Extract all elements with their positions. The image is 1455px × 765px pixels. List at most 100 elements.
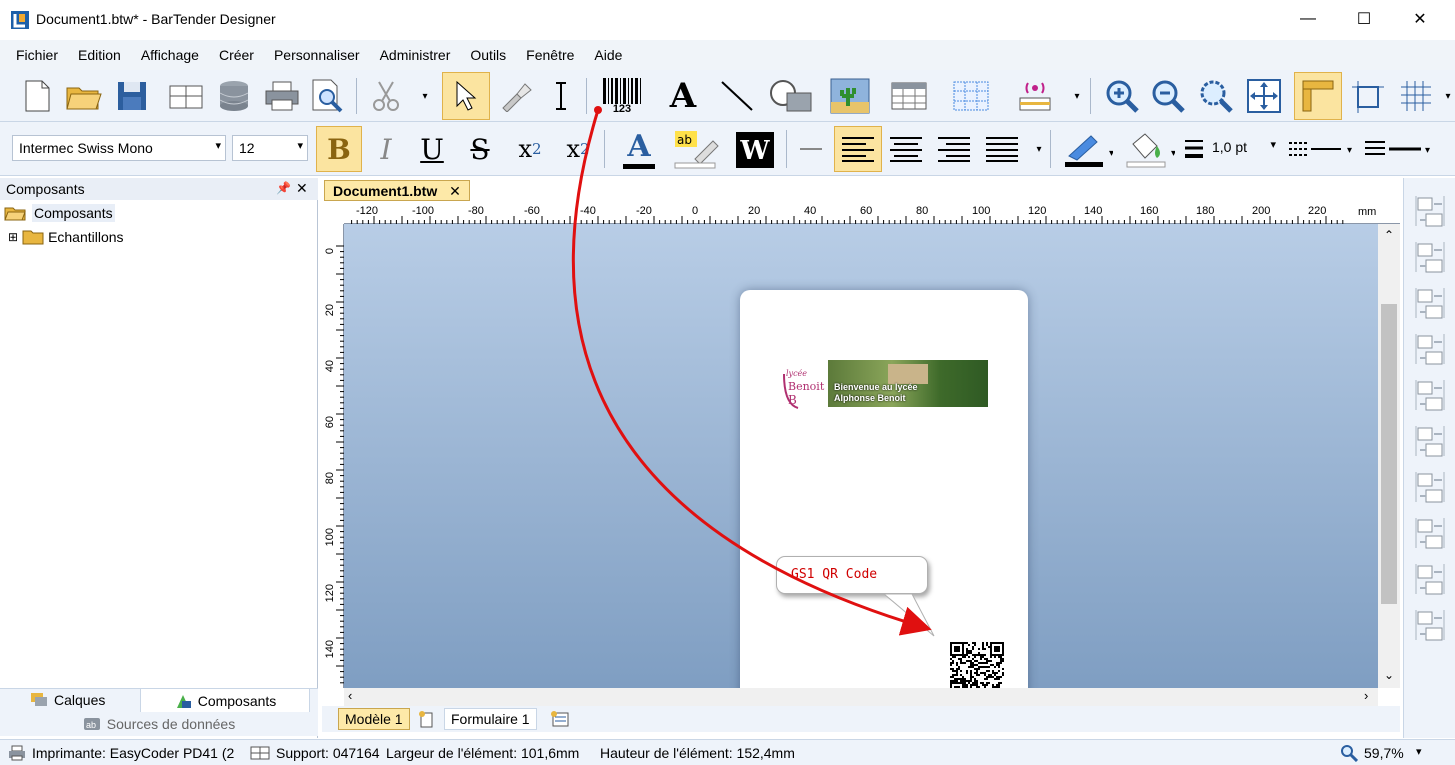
align-left-icon[interactable] xyxy=(834,126,882,172)
data-sources-icon: ab xyxy=(83,718,100,730)
horizontal-scrollbar[interactable]: ‹ › xyxy=(344,688,1378,706)
subscript-icon[interactable]: x2 xyxy=(508,128,552,170)
document-tab[interactable]: Document1.btw ✕ xyxy=(324,180,470,201)
barcode-tool[interactable]: 123 xyxy=(594,76,650,116)
toolbar-overflow-icon[interactable]: ▾ xyxy=(1070,78,1084,114)
vertical-scroll-thumb[interactable] xyxy=(1381,304,1397,604)
menu-aide[interactable]: Aide xyxy=(584,47,632,63)
print-preview-icon[interactable] xyxy=(308,78,348,114)
text-tool-icon[interactable]: A xyxy=(660,76,706,116)
document-tab-close-icon[interactable]: ✕ xyxy=(449,183,461,199)
zoom-page-icon[interactable] xyxy=(1242,78,1286,114)
shape-tool-icon[interactable] xyxy=(762,78,818,114)
panel-close-icon[interactable]: ✕ xyxy=(296,180,308,197)
scroll-up-icon[interactable]: ⌃ xyxy=(1384,228,1394,242)
distribute-vertical-icon[interactable] xyxy=(1412,514,1448,552)
tree-item-composants[interactable]: Composants xyxy=(4,204,115,222)
toolbar-overflow-icon[interactable]: ▾ xyxy=(1442,78,1454,114)
align-right-edges-icon[interactable] xyxy=(1412,238,1448,276)
zoom-in-icon[interactable] xyxy=(1100,78,1144,114)
align-bottom-edges-icon[interactable] xyxy=(1412,330,1448,368)
line-tool-icon[interactable] xyxy=(716,78,758,114)
expand-icon[interactable]: ⊞ xyxy=(8,230,18,244)
tab-calques[interactable]: Calques xyxy=(30,692,105,708)
menu-administrer[interactable]: Administrer xyxy=(370,47,461,63)
align-justify-icon[interactable] xyxy=(980,128,1024,170)
maximize-button[interactable]: ☐ xyxy=(1341,0,1387,38)
print-icon[interactable] xyxy=(262,78,302,114)
superscript-icon[interactable]: x2 xyxy=(556,128,600,170)
close-button[interactable]: ✕ xyxy=(1397,0,1443,38)
bold-icon[interactable]: B xyxy=(316,126,362,172)
italic-icon[interactable]: I xyxy=(366,128,406,170)
tab-composants[interactable]: Composants xyxy=(140,689,310,713)
minimize-button[interactable]: — xyxy=(1285,0,1331,38)
align-top-edges-icon[interactable] xyxy=(1412,284,1448,322)
grid-table-icon[interactable] xyxy=(948,78,994,114)
zoom-out-icon[interactable] xyxy=(1146,78,1190,114)
vertical-scrollbar[interactable]: ⌃ ⌄ xyxy=(1378,224,1400,688)
menu-fichier[interactable]: Fichier xyxy=(6,47,68,63)
select-pointer-icon[interactable] xyxy=(442,72,490,120)
menu-edition[interactable]: Edition xyxy=(68,47,131,63)
text-cursor-icon[interactable] xyxy=(546,78,576,114)
font-name-combo[interactable]: Intermec Swiss Mono ▾ xyxy=(12,135,226,161)
rfid-icon[interactable] xyxy=(1012,78,1058,114)
justify-none-icon[interactable] xyxy=(794,128,828,170)
center-horizontal-icon[interactable] xyxy=(1412,560,1448,598)
ruler-toggle-icon[interactable] xyxy=(1294,72,1342,120)
menu-outils[interactable]: Outils xyxy=(460,47,516,63)
border-style-icon[interactable]: ▾ xyxy=(1362,130,1438,168)
menu-creer[interactable]: Créer xyxy=(209,47,264,63)
tab-formulaire-1[interactable]: Formulaire 1 xyxy=(444,708,537,730)
zoom-level[interactable]: 59,7% xyxy=(1364,745,1404,761)
align-right-icon[interactable] xyxy=(932,128,976,170)
new-document-icon[interactable] xyxy=(20,78,54,114)
format-painter-icon[interactable] xyxy=(494,78,538,114)
distribute-horizontal-icon[interactable] xyxy=(1412,468,1448,506)
align-centers-vertical-icon[interactable] xyxy=(1412,422,1448,460)
menu-fenetre[interactable]: Fenêtre xyxy=(516,47,584,63)
inverse-text-icon[interactable]: W xyxy=(732,130,778,170)
scroll-left-icon[interactable]: ‹ xyxy=(348,688,352,703)
font-size-combo[interactable]: 12 ▾ xyxy=(232,135,308,161)
line-width-combo[interactable]: 1,0 pt ▾ xyxy=(1206,135,1280,161)
center-vertical-icon[interactable] xyxy=(1412,606,1448,644)
underline-icon[interactable]: U xyxy=(412,128,452,170)
cut-icon[interactable] xyxy=(366,78,406,114)
snap-guides-icon[interactable] xyxy=(1346,78,1390,114)
strikethrough-icon[interactable]: S xyxy=(460,128,500,170)
ruler-tick-label: 20 xyxy=(324,304,336,317)
scroll-down-icon[interactable]: ⌄ xyxy=(1384,668,1394,682)
menu-personnaliser[interactable]: Personnaliser xyxy=(264,47,370,63)
database-icon[interactable] xyxy=(214,78,254,114)
pin-icon[interactable]: 📌 xyxy=(276,181,291,195)
menu-affichage[interactable]: Affichage xyxy=(131,47,209,63)
align-center-icon[interactable] xyxy=(884,128,928,170)
tab-sources-de-donnees[interactable]: ab Sources de données xyxy=(0,712,318,736)
table-tool-icon[interactable] xyxy=(886,78,932,114)
grid-toggle-icon[interactable] xyxy=(1394,78,1438,114)
zoom-icon[interactable] xyxy=(1340,744,1358,762)
chevron-down-icon[interactable]: ▾ xyxy=(1416,745,1422,758)
page-setup-icon[interactable] xyxy=(166,78,206,114)
tree-item-echantillons[interactable]: ⊞ Echantillons xyxy=(8,229,124,245)
line-color-icon[interactable]: ▾ xyxy=(1058,128,1118,170)
toolbar-overflow-icon[interactable]: ▾ xyxy=(418,78,432,114)
open-folder-icon[interactable] xyxy=(64,78,104,114)
scroll-right-icon[interactable]: › xyxy=(1364,688,1368,703)
align-centers-horizontal-icon[interactable] xyxy=(1412,376,1448,414)
save-icon[interactable] xyxy=(114,78,150,114)
picture-tool-icon[interactable] xyxy=(828,76,872,116)
align-left-edges-icon[interactable] xyxy=(1412,192,1448,230)
highlight-color-icon[interactable]: ab xyxy=(670,126,728,172)
design-canvas[interactable]: lycée Benoit B Bienvenue au lycée Alphonse… xyxy=(344,224,1378,688)
tab-modele-1[interactable]: Modèle 1 xyxy=(338,708,410,730)
line-style-icon[interactable]: ▾ xyxy=(1286,130,1358,168)
toolbar-overflow-icon[interactable]: ▾ xyxy=(1032,128,1046,170)
font-color-icon[interactable]: A xyxy=(610,126,668,172)
zoom-fit-icon[interactable] xyxy=(1194,78,1238,114)
fill-color-icon[interactable]: ▾ xyxy=(1120,128,1180,170)
add-template-icon[interactable] xyxy=(418,710,436,728)
add-form-icon[interactable] xyxy=(550,710,570,728)
